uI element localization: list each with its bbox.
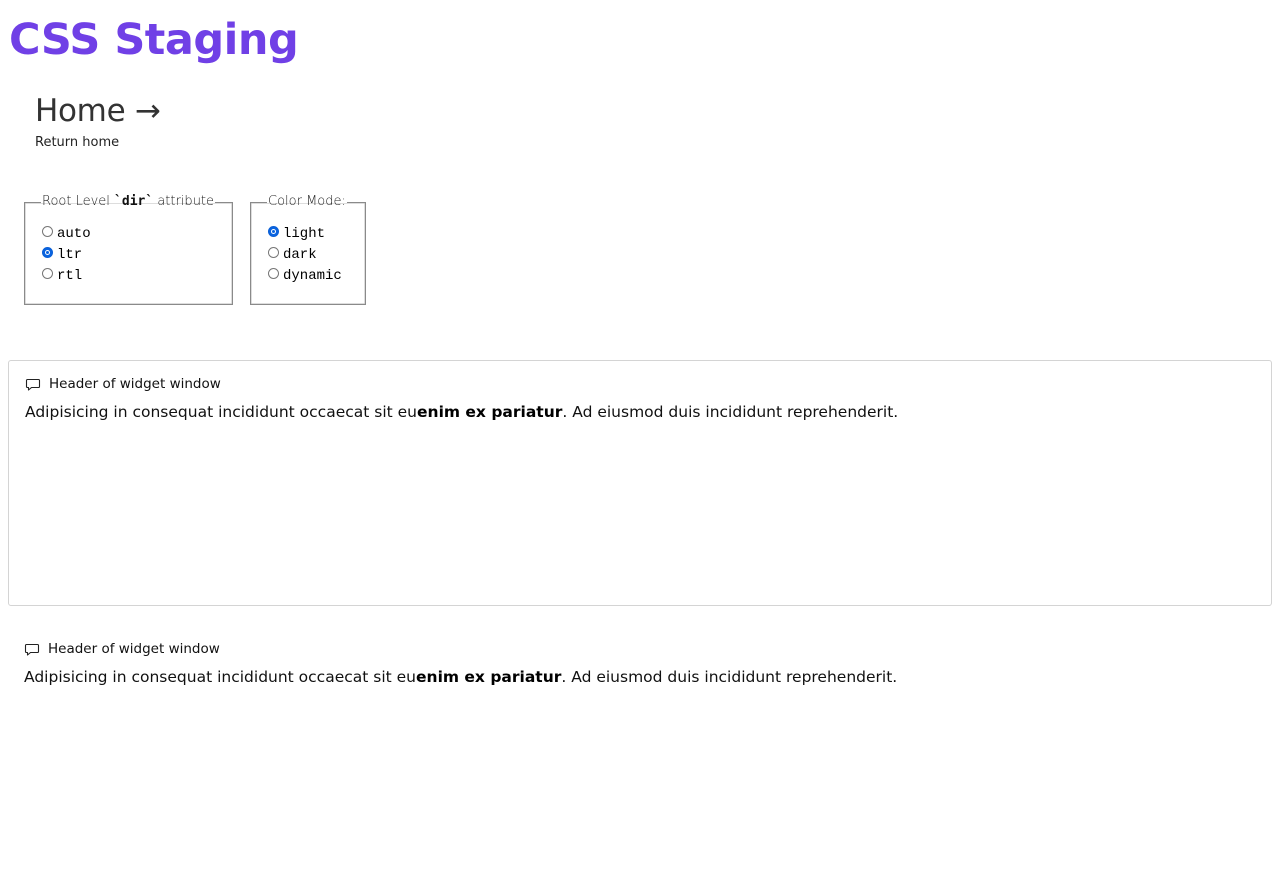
radio-auto[interactable] xyxy=(42,226,53,237)
color-option-label: dynamic xyxy=(283,267,342,284)
widget-body: Adipisicing in consequat incididunt occa… xyxy=(25,403,899,421)
home-subtitle: Return home xyxy=(35,135,120,150)
dir-option-label: auto xyxy=(57,225,91,242)
widget-window: Header of widget window Adipisicing in c… xyxy=(8,360,1272,606)
site-title: CSS Staging xyxy=(9,15,299,65)
dir-option-ltr[interactable]: ltr xyxy=(41,242,216,263)
radio-ltr[interactable] xyxy=(42,247,53,258)
color-mode-fieldset: Color Mode: light dark dynamic xyxy=(250,195,366,305)
widget-header-label: Header of widget window xyxy=(48,641,220,657)
color-option-light[interactable]: light xyxy=(267,221,349,242)
widget-window: Header of widget window Adipisicing in c… xyxy=(8,638,1272,838)
dir-code: `dir` xyxy=(114,194,154,209)
chat-bubble-icon xyxy=(25,376,41,392)
radio-dark[interactable] xyxy=(268,247,279,258)
color-mode-legend: Color Mode: xyxy=(268,194,346,209)
chat-bubble-icon xyxy=(24,641,40,657)
dir-attribute-legend: Root Level `dir` attribute xyxy=(42,194,215,209)
dir-option-rtl[interactable]: rtl xyxy=(41,263,216,284)
radio-rtl[interactable] xyxy=(42,268,53,279)
home-link[interactable]: Home → Return home xyxy=(35,88,161,152)
widget-header: Header of widget window xyxy=(24,640,1256,658)
widget-header-label: Header of widget window xyxy=(49,376,221,392)
color-option-dark[interactable]: dark xyxy=(267,242,349,263)
dir-option-label: ltr xyxy=(57,246,83,263)
dir-option-auto[interactable]: auto xyxy=(41,221,216,242)
dir-option-label: rtl xyxy=(57,267,83,284)
radio-dynamic[interactable] xyxy=(268,268,279,279)
color-option-dynamic[interactable]: dynamic xyxy=(267,263,349,284)
radio-light[interactable] xyxy=(268,226,279,237)
color-option-label: dark xyxy=(283,246,317,263)
widget-header: Header of widget window xyxy=(25,375,1255,393)
home-heading[interactable]: Home → xyxy=(35,88,161,134)
widget-body-bold: enim ex pariatur xyxy=(417,403,563,421)
widget-body: Adipisicing in consequat incididunt occa… xyxy=(24,668,898,686)
widget-body-bold: enim ex pariatur xyxy=(416,668,562,686)
color-option-label: light xyxy=(283,225,326,242)
dir-attribute-fieldset: Root Level `dir` attribute auto ltr rtl xyxy=(24,195,233,305)
